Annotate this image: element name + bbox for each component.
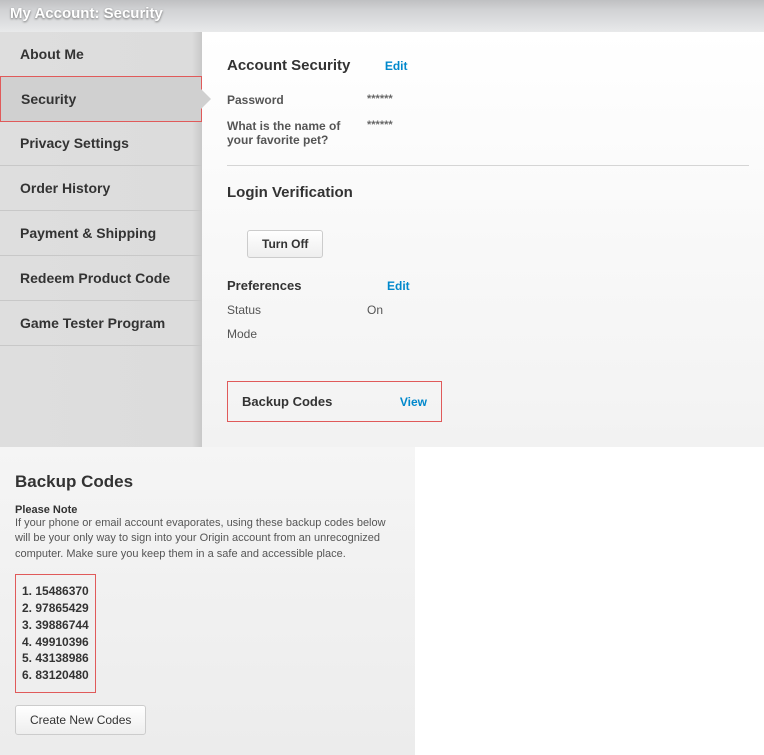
sidebar-item-about-me[interactable]: About Me <box>0 32 202 77</box>
main-container: About Me Security Privacy Settings Order… <box>0 32 764 447</box>
content-area: Account Security Edit Password ****** Wh… <box>202 32 764 447</box>
security-question-value: ****** <box>367 119 393 147</box>
sidebar-item-label: Order History <box>20 180 110 196</box>
backup-code: 2. 97865429 <box>22 600 89 617</box>
backup-codes-note-title: Please Note <box>15 504 400 516</box>
account-security-title: Account Security <box>227 57 350 74</box>
turn-off-button[interactable]: Turn Off <box>247 230 323 258</box>
security-question-row: What is the name of your favorite pet? *… <box>227 119 749 147</box>
backup-code: 6. 83120480 <box>22 667 89 684</box>
page-title: My Account: Security <box>10 5 163 22</box>
sidebar-item-label: Security <box>21 91 76 107</box>
backup-codes-view-link[interactable]: View <box>400 395 427 409</box>
page-header: My Account: Security <box>0 0 764 32</box>
sidebar-item-label: About Me <box>20 46 84 62</box>
login-verification-title: Login Verification <box>227 184 353 201</box>
sidebar-item-game-tester-program[interactable]: Game Tester Program <box>0 301 202 346</box>
password-value: ****** <box>367 93 393 107</box>
sidebar-item-order-history[interactable]: Order History <box>0 166 202 211</box>
account-security-edit-link[interactable]: Edit <box>385 59 408 73</box>
preferences-edit-link[interactable]: Edit <box>387 279 410 293</box>
status-label: Status <box>227 303 367 317</box>
backup-codes-panel: Backup Codes Please Note If your phone o… <box>0 447 415 755</box>
backup-code: 5. 43138986 <box>22 650 89 667</box>
sidebar-item-security[interactable]: Security <box>0 76 202 122</box>
create-new-codes-button[interactable]: Create New Codes <box>15 705 146 735</box>
backup-codes-note: If your phone or email account evaporate… <box>15 516 400 562</box>
status-row: Status On <box>227 303 749 317</box>
status-value: On <box>367 303 383 317</box>
password-row: Password ****** <box>227 93 749 107</box>
backup-codes-title: Backup Codes <box>242 394 332 409</box>
sidebar-item-label: Game Tester Program <box>20 315 165 331</box>
sidebar-item-redeem-product-code[interactable]: Redeem Product Code <box>0 256 202 301</box>
preferences-header: Preferences Edit <box>227 278 749 293</box>
password-label: Password <box>227 93 367 107</box>
sidebar-item-payment-shipping[interactable]: Payment & Shipping <box>0 211 202 256</box>
login-verification-header: Login Verification <box>227 184 749 202</box>
divider <box>227 165 749 166</box>
sidebar-item-label: Redeem Product Code <box>20 270 170 286</box>
backup-code: 3. 39886744 <box>22 617 89 634</box>
sidebar-item-privacy-settings[interactable]: Privacy Settings <box>0 121 202 166</box>
mode-row: Mode <box>227 327 749 341</box>
backup-code: 1. 15486370 <box>22 583 89 600</box>
sidebar-item-label: Payment & Shipping <box>20 225 156 241</box>
account-security-header: Account Security Edit <box>227 57 749 75</box>
sidebar-item-label: Privacy Settings <box>20 135 129 151</box>
preferences-title: Preferences <box>227 278 387 293</box>
mode-label: Mode <box>227 327 367 341</box>
security-question-label: What is the name of your favorite pet? <box>227 119 367 147</box>
backup-codes-section: Backup Codes View <box>227 381 442 422</box>
backup-codes-list: 1. 15486370 2. 97865429 3. 39886744 4. 4… <box>15 574 96 693</box>
sidebar: About Me Security Privacy Settings Order… <box>0 32 202 447</box>
backup-codes-heading: Backup Codes <box>15 472 400 492</box>
backup-code: 4. 49910396 <box>22 634 89 651</box>
